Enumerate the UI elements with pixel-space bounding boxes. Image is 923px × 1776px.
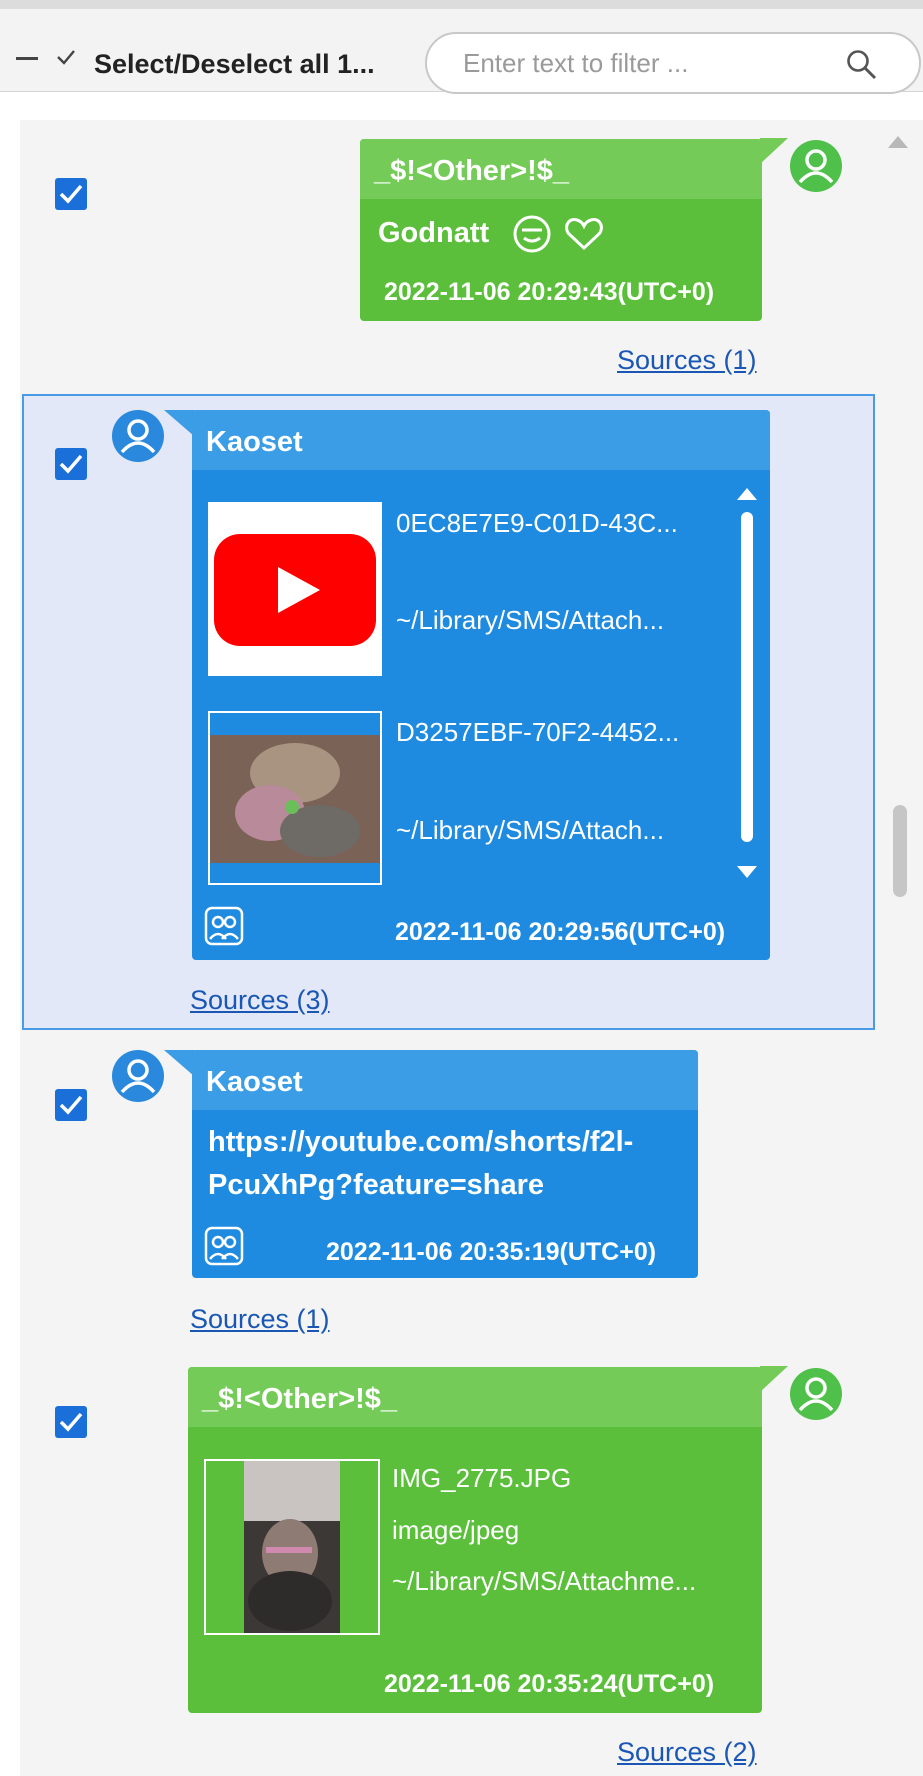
message-bubble[interactable]: Kaoset 0EC8E7E9-C01D-43C... ~/Library/SM…: [192, 410, 770, 960]
bubble-tail: [164, 410, 194, 436]
search-icon[interactable]: [845, 48, 879, 82]
sender-name: Kaoset: [192, 410, 770, 470]
bubble-tail: [760, 138, 788, 164]
attachment-name: 0EC8E7E9-C01D-43C...: [396, 508, 678, 538]
youtube-thumbnail[interactable]: [208, 502, 382, 676]
sources-link[interactable]: Sources (1): [190, 1304, 330, 1335]
check-icon: [59, 1412, 83, 1432]
sender-name: _$!<Other>!$_: [360, 139, 762, 199]
message-text: Godnatt: [378, 217, 490, 249]
youtube-play-icon: [210, 504, 380, 674]
bubble-tail: [760, 1366, 788, 1392]
attachment-name: D3257EBF-70F2-4452...: [396, 717, 680, 747]
check-icon: [59, 454, 83, 474]
photo-image: [244, 1461, 340, 1633]
avatar: [790, 140, 842, 192]
message-bubble[interactable]: Kaoset https://youtube.com/shorts/f2l- P…: [192, 1050, 698, 1278]
attachment-path: ~/Library/SMS/Attach...: [396, 815, 665, 845]
check-icon: [59, 1095, 83, 1115]
message-link-continued[interactable]: PcuXhPg?feature=share: [208, 1169, 544, 1202]
attachment-path: ~/Library/SMS/Attach...: [396, 605, 665, 635]
heart-icon: [565, 217, 603, 251]
timestamp: 2022-11-06 20:35:19(UTC+0): [326, 1238, 657, 1266]
toolbar: Select/Deselect all 1...: [0, 0, 923, 94]
checkmark-icon[interactable]: [56, 47, 76, 67]
filter-box: [425, 32, 921, 94]
message-bubble[interactable]: _$!<Other>!$_ Godnatt 2022-11-06 20:29:4…: [360, 139, 762, 321]
select-all-button[interactable]: Select/Deselect all 1...: [94, 49, 375, 80]
person-icon: [798, 149, 834, 184]
face-icon: [513, 215, 551, 253]
check-icon: [59, 184, 83, 204]
collapse-icon[interactable]: [16, 57, 38, 60]
bubble-tail: [164, 1050, 194, 1076]
photo-thumbnail[interactable]: [204, 1459, 380, 1635]
timestamp: 2022-11-06 20:29:56(UTC+0): [395, 918, 726, 946]
message-checkbox[interactable]: [55, 1089, 87, 1121]
avatar: [112, 410, 164, 462]
inner-scroll-down-icon[interactable]: [737, 866, 757, 878]
sender-name: _$!<Other>!$_: [188, 1367, 762, 1427]
message-bubble[interactable]: _$!<Other>!$_ IMG_2775.JPG image/jpeg ~/…: [188, 1367, 762, 1713]
sources-link[interactable]: Sources (3): [190, 985, 330, 1016]
message-link[interactable]: https://youtube.com/shorts/f2l-: [208, 1126, 633, 1159]
attachment-name: IMG_2775.JPG: [392, 1463, 572, 1493]
group-icon: [204, 906, 244, 946]
person-icon: [120, 1059, 156, 1094]
person-icon: [120, 419, 156, 454]
avatar: [112, 1050, 164, 1102]
attachment-mime: image/jpeg: [392, 1515, 520, 1545]
scroll-up-icon[interactable]: [888, 136, 908, 148]
photo-image: [210, 735, 380, 863]
avatar: [790, 1368, 842, 1420]
photo-thumbnail[interactable]: [208, 711, 382, 885]
sender-name: Kaoset: [192, 1050, 698, 1110]
inner-scrollbar[interactable]: [741, 512, 753, 842]
timestamp: 2022-11-06 20:29:43(UTC+0): [384, 278, 715, 306]
scrollbar-thumb[interactable]: [893, 805, 907, 897]
message-checkbox[interactable]: [55, 1406, 87, 1438]
sources-link[interactable]: Sources (1): [617, 345, 757, 376]
message-checkbox[interactable]: [55, 178, 87, 210]
sources-link[interactable]: Sources (2): [617, 1737, 757, 1768]
inner-scroll-up-icon[interactable]: [737, 488, 757, 500]
filter-input[interactable]: [463, 48, 823, 78]
timestamp: 2022-11-06 20:35:24(UTC+0): [384, 1670, 715, 1698]
attachment-path: ~/Library/SMS/Attachme...: [392, 1566, 697, 1596]
group-icon: [204, 1226, 244, 1266]
message-checkbox[interactable]: [55, 448, 87, 480]
person-icon: [798, 1377, 834, 1412]
